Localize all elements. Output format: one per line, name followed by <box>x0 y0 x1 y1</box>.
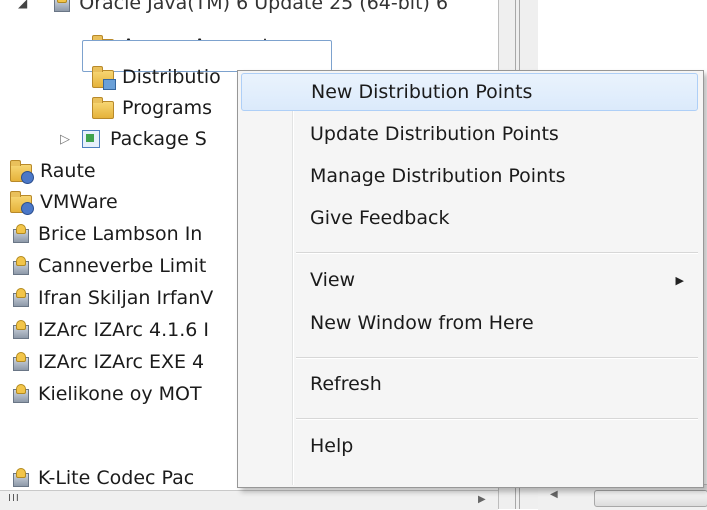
menu-item-label: Help <box>310 435 354 457</box>
tree-node-label: VMWare <box>40 191 118 213</box>
scrollbar-thumb[interactable] <box>594 490 707 507</box>
tree-node-package[interactable]: Ifran Skiljan IrfanV <box>10 282 213 314</box>
tree-node-label: IZArc IZArc 4.1.6 I <box>38 319 209 341</box>
tree-node-label: Canneverbe Limit <box>38 255 207 277</box>
package-icon <box>51 0 71 13</box>
menu-item-label: Refresh <box>310 373 382 395</box>
package-icon <box>10 320 30 340</box>
context-menu: New Distribution Points Update Distribut… <box>237 70 704 488</box>
menu-item-update-distribution-points[interactable]: Update Distribution Points <box>241 115 698 153</box>
menu-separator <box>296 252 698 254</box>
tree-node-distribution-points[interactable]: Distributio <box>92 61 221 93</box>
tree-node-programs[interactable]: Programs <box>92 92 212 124</box>
submenu-arrow-icon: ▶ <box>675 273 684 287</box>
tree-node-label: IZArc IZArc EXE 4 <box>38 351 205 373</box>
menu-separator <box>296 418 698 420</box>
package-icon <box>10 468 30 488</box>
menu-item-view[interactable]: View ▶ <box>241 261 698 299</box>
tree-node-label: Brice Lambson In <box>38 223 203 245</box>
tree-node-package[interactable]: Brice Lambson In <box>10 218 202 250</box>
package-icon <box>10 224 30 244</box>
package-icon <box>10 352 30 372</box>
menu-item-label: Give Feedback <box>310 207 450 229</box>
menu-item-new-window-from-here[interactable]: New Window from Here <box>241 304 698 342</box>
menu-item-label: Manage Distribution Points <box>310 165 566 187</box>
menu-item-label: View <box>310 269 356 291</box>
tree-node-package[interactable]: IZArc IZArc EXE 4 <box>10 346 204 378</box>
menu-item-manage-distribution-points[interactable]: Manage Distribution Points <box>241 157 698 195</box>
tree-node-label: Ifran Skiljan IrfanV <box>38 287 214 309</box>
tree-horizontal-scrollbar[interactable]: III ▶ <box>0 490 498 510</box>
menu-item-label: New Window from Here <box>310 312 534 334</box>
tree-node-package-source[interactable]: ▷ Package S <box>60 123 207 155</box>
tree-node-label: Programs <box>122 97 213 119</box>
package-icon <box>10 384 30 404</box>
package-icon <box>10 256 30 276</box>
menu-item-refresh[interactable]: Refresh <box>241 365 698 403</box>
scroll-left-arrow-icon[interactable]: ◀ <box>550 489 558 500</box>
menu-item-help[interactable]: Help <box>241 427 698 465</box>
expanded-triangle-icon[interactable]: ◢ <box>18 0 27 10</box>
tree-node-label: Oracle Java(TM) 6 Update 25 (64-bit) 6 <box>79 0 449 14</box>
tree-node-package[interactable]: Canneverbe Limit <box>10 250 206 282</box>
menu-separator <box>296 357 698 359</box>
tree-node-label: Kielikone oy MOT <box>38 383 202 405</box>
tree-node-label: Package S <box>110 128 207 150</box>
tree-node-label: Distributio <box>122 66 221 88</box>
menu-item-label: Update Distribution Points <box>310 123 559 145</box>
user-folder-icon <box>10 160 34 184</box>
menu-item-give-feedback[interactable]: Give Feedback <box>241 199 698 237</box>
scrollbar-grip[interactable]: III <box>8 493 20 504</box>
collapsed-triangle-icon[interactable]: ▷ <box>60 132 70 147</box>
package-source-icon <box>80 128 102 150</box>
tree-node-raute[interactable]: Raute <box>10 155 96 187</box>
menu-item-label: New Distribution Points <box>311 81 533 103</box>
tree-node-package[interactable]: Kielikone oy MOT <box>10 378 202 410</box>
tree-node-package[interactable]: IZArc IZArc 4.1.6 I <box>10 314 209 346</box>
menu-item-new-distribution-points[interactable]: New Distribution Points <box>241 73 698 111</box>
tree-node-label: K-Lite Codec Pac <box>38 467 195 489</box>
tree-node-package[interactable]: K-Lite Codec Pac <box>10 462 194 490</box>
folder-icon <box>92 97 114 119</box>
user-folder-icon <box>10 191 34 215</box>
tree-node-vmware[interactable]: VMWare <box>10 186 118 218</box>
tree-node-label: Raute <box>40 160 96 182</box>
scroll-right-arrow-icon[interactable]: ▶ <box>478 494 486 505</box>
distribution-folder-icon <box>92 66 116 90</box>
package-icon <box>10 288 30 308</box>
tree-node-oracle-java[interactable]: ◢ Oracle Java(TM) 6 Update 25 (64-bit) 6 <box>18 0 448 15</box>
